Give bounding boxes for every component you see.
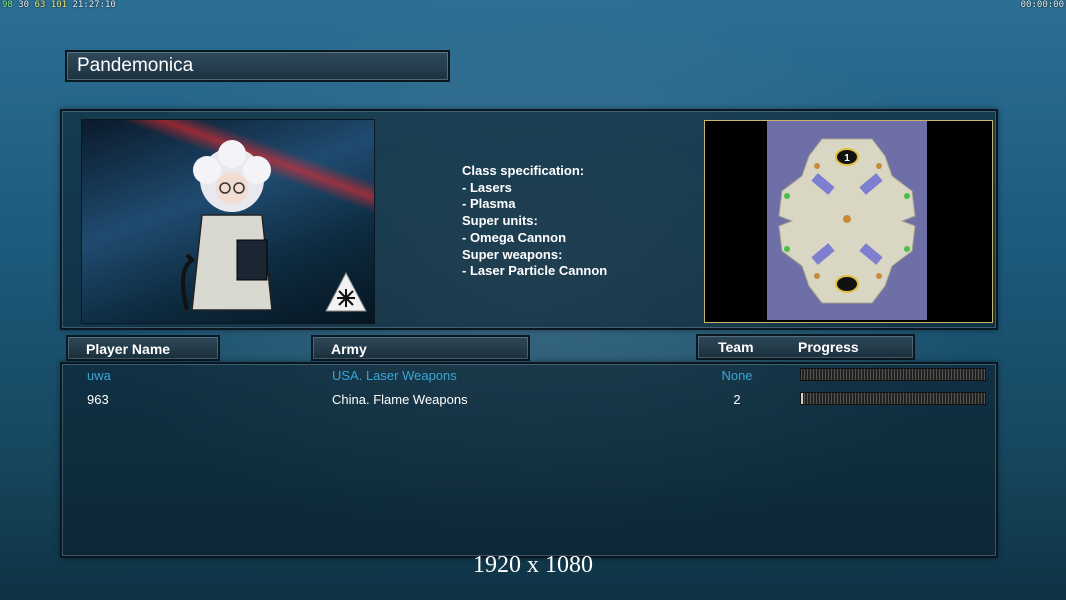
spec-line: Super weapons: — [462, 246, 563, 262]
spec-line: Class specification: — [462, 163, 585, 178]
spec-line: - Omega Cannon — [462, 229, 567, 245]
minimap-terrain: 1 — [767, 121, 927, 320]
overlay-value: 63 — [34, 0, 46, 10]
map-title-bar: Pandemonica — [65, 50, 450, 82]
debug-overlay-left: 98 30 63 101 21:27:10 — [2, 0, 116, 10]
header-label: Army — [331, 341, 367, 357]
game-timer: 00:00:00 — [1020, 0, 1064, 10]
overlay-clock: 21:27:10 — [72, 0, 116, 10]
player-team: None — [721, 368, 753, 383]
spec-line: - Lasers — [462, 179, 512, 195]
player-row: uwa USA. Laser Weapons None — [62, 365, 996, 387]
spec-line: - Laser Particle Cannon — [462, 263, 608, 279]
column-header-player: Player Name — [66, 335, 220, 361]
player-list: uwa USA. Laser Weapons None 963 China. F… — [60, 362, 998, 558]
player-name: 963 — [87, 392, 109, 407]
header-label: Player Name — [86, 341, 171, 357]
character-illustration — [181, 140, 273, 311]
load-progress-bar — [800, 392, 986, 405]
column-header-team-progress: Team Progress — [696, 334, 915, 360]
overlay-value: 98 — [2, 0, 13, 10]
overlay-value: 101 — [50, 0, 68, 10]
player-army: China. Flame Weapons — [332, 392, 468, 407]
header-label-team: Team — [718, 339, 754, 355]
player-army: USA. Laser Weapons — [332, 368, 457, 383]
spec-line: Super units: — [462, 213, 538, 229]
overlay-value: 30 — [18, 0, 30, 10]
player-team: 2 — [733, 392, 741, 407]
header-label-progress: Progress — [798, 339, 859, 355]
load-progress-bar — [800, 368, 986, 381]
start-position-label: 1 — [844, 153, 850, 164]
laser-class-icon — [325, 271, 367, 312]
spec-line: - Plasma — [462, 196, 516, 212]
general-portrait — [81, 119, 375, 324]
class-specification: Class specification: - Lasers - Plasma S… — [462, 163, 607, 280]
resolution-label: 1920 x 1080 — [473, 552, 593, 578]
loadscreen-info-panel: Class specification: - Lasers - Plasma S… — [60, 109, 998, 330]
player-row: 963 China. Flame Weapons 2 — [62, 389, 996, 411]
page-title: Pandemonica — [77, 55, 194, 76]
player-name: uwa — [87, 368, 111, 383]
minimap-layout: 1 — [778, 138, 916, 304]
column-header-army: Army — [311, 335, 530, 361]
map-preview: 1 — [704, 120, 993, 323]
load-progress-fill — [801, 393, 803, 404]
